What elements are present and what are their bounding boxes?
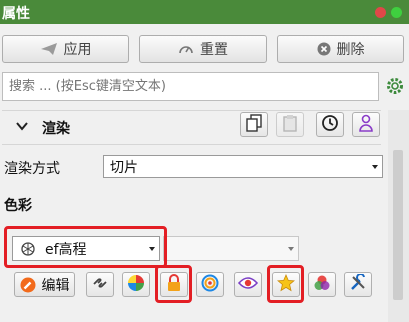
render-mode-label: 渲染方式 [4,161,60,177]
copy-icon [246,113,262,136]
color-ramp-value: ef高程 [45,241,87,258]
dropdown-arrow-icon [288,246,294,251]
color-ramp-secondary-select[interactable] [163,236,299,261]
scrollbar[interactable] [388,110,409,322]
lock-icon [166,273,182,296]
settings-icon[interactable] [384,74,406,98]
render-mode-value: 切片 [110,159,138,176]
render-section-title: 渲染 [42,121,70,137]
history-button[interactable] [316,112,344,137]
target-button[interactable] [196,272,224,297]
edit-button[interactable]: 编辑 [14,272,75,297]
color-heading: 色彩 [4,198,32,214]
color-ramp-select[interactable]: ef高程 [12,236,160,261]
scrollbar-thumb[interactable] [393,150,403,300]
edit-label: 编辑 [41,277,70,294]
tools-button[interactable] [344,272,372,297]
favorite-button[interactable] [272,272,300,297]
rgb-icon [313,274,331,296]
send-icon [40,42,58,56]
ramp-icon [21,241,35,256]
color-wheel-button[interactable] [122,272,150,297]
delete-button[interactable]: 删除 [277,35,404,63]
render-mode-select[interactable]: 切片 [103,155,383,178]
user-button[interactable] [352,112,380,137]
color-wheel-icon [127,274,145,296]
target-icon [201,274,219,296]
chevron-down-icon[interactable] [16,120,28,135]
dropdown-arrow-icon [372,164,378,169]
lock-button[interactable] [160,272,188,297]
paste-button[interactable] [276,112,304,137]
paste-icon [282,114,298,136]
edit-icon [20,277,36,293]
dropdown-arrow-icon [149,246,155,251]
unlink-button[interactable] [86,272,114,297]
reset-label: 重置 [200,42,228,58]
reset-button[interactable]: 重置 [139,35,267,63]
history-icon [321,114,339,136]
apply-button[interactable]: 应用 [2,35,129,63]
gauge-icon [178,42,194,56]
user-icon [358,114,374,136]
link-broken-icon [91,274,109,296]
apply-label: 应用 [63,42,92,58]
close-circle-icon [317,42,331,56]
search-input[interactable] [2,72,379,101]
eye-icon [237,276,259,294]
eye-button[interactable] [234,272,262,297]
close-dot-icon[interactable] [375,7,386,18]
panel-titlebar: 属性 [0,0,409,24]
panel-title: 属性 [2,6,30,22]
star-icon [276,273,296,296]
tools-icon [349,272,367,296]
float-dot-icon[interactable] [391,7,402,18]
rgb-button[interactable] [308,272,336,297]
copy-button[interactable] [240,112,268,137]
delete-label: 删除 [336,42,365,58]
